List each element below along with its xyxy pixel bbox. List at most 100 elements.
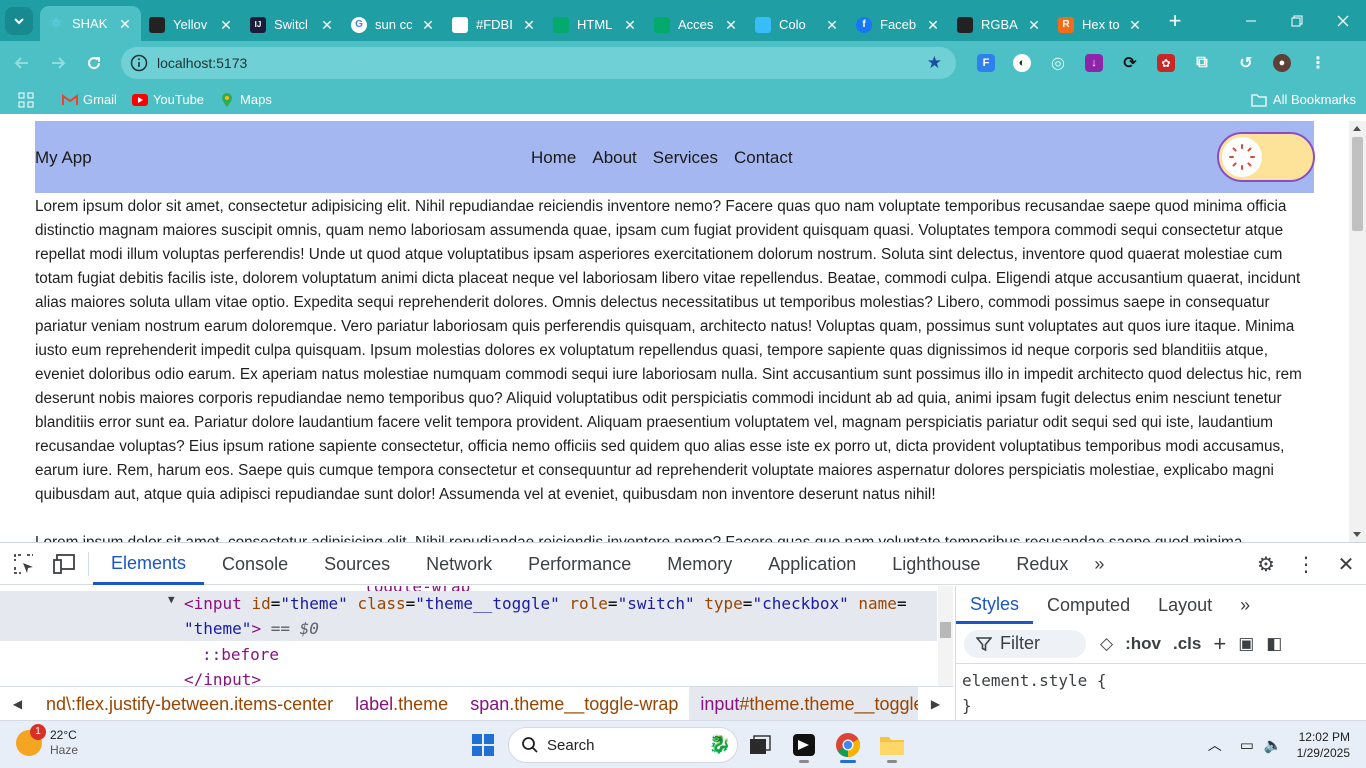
hov-button[interactable]: :hov [1125,634,1161,654]
more-tabs-button[interactable]: » [1086,543,1112,585]
close-tab-icon[interactable]: ✕ [521,17,537,33]
apps-button[interactable] [18,92,34,108]
elements-scrollbar[interactable] [938,586,953,686]
page-scrollbar[interactable] [1349,121,1366,542]
close-tab-icon[interactable]: ✕ [723,17,739,33]
reload-button[interactable] [76,45,112,81]
breadcrumb-item[interactable]: span.theme__toggle-wrap [459,687,689,721]
element-style-rule[interactable]: element.style { } [956,664,1366,722]
close-tab-icon[interactable]: ✕ [319,17,335,33]
theme-toggle[interactable] [1217,132,1315,182]
extension-button[interactable]: ✿ [1148,47,1184,79]
inspect-element-button[interactable] [4,544,44,584]
browser-tab[interactable]: ⚛ SHAK ✕ [40,6,141,41]
tab-sources[interactable]: Sources [306,543,408,585]
bookmark-maps[interactable]: Maps [219,92,272,107]
scrollbar-thumb[interactable] [940,622,951,638]
layers-icon[interactable]: ◇ [1100,634,1113,654]
close-tab-icon[interactable]: ✕ [218,17,234,33]
browser-tab[interactable]: Acces ✕ [646,8,747,41]
tab-network[interactable]: Network [408,543,510,585]
breadcrumb-scroll-left[interactable]: ◀ [0,687,35,721]
settings-button[interactable]: ⚙ [1246,543,1286,585]
tab-search-button[interactable] [5,6,33,35]
dom-node-close[interactable]: </input> [0,667,937,686]
close-tab-icon[interactable]: ✕ [1127,17,1143,33]
history-button[interactable]: ↺ [1228,47,1264,79]
tab-console[interactable]: Console [204,543,306,585]
devtools-menu-button[interactable]: ⋮ [1286,543,1326,585]
close-tab-icon[interactable]: ✕ [420,17,436,33]
breadcrumb-item[interactable]: input#theme.theme__toggle [689,687,918,721]
taskbar-app-explorer[interactable] [870,727,914,763]
tab-elements[interactable]: Elements [93,543,205,585]
device-toolbar-button[interactable] [44,544,84,584]
network-icon[interactable]: ▭ [1240,736,1254,754]
taskbar-app-cursor[interactable] [782,727,826,763]
tab-performance[interactable]: Performance [510,543,649,585]
scroll-up-arrow[interactable] [1353,126,1361,131]
tab-application[interactable]: Application [750,543,874,585]
browser-tab[interactable]: #FDBI ✕ [444,8,545,41]
close-tab-icon[interactable]: ✕ [117,16,133,32]
breadcrumb-scroll-right[interactable]: ▶ [918,687,953,721]
extension-button[interactable]: ◐ [1004,47,1040,79]
nav-link-home[interactable]: Home [531,148,576,168]
taskbar-search[interactable]: Search 🐉 [508,727,738,763]
bookmark-star-icon[interactable]: ★ [927,53,942,73]
bookmark-youtube[interactable]: YouTube [131,92,204,107]
dom-node-selected-cont[interactable]: "theme"> == $0 [0,616,937,641]
extension-button[interactable]: ⟳ [1112,47,1148,79]
weather-widget[interactable]: 1 22°C Haze [16,724,78,758]
close-devtools-button[interactable]: ✕ [1326,543,1366,585]
breadcrumb-item[interactable]: label.theme [344,687,459,721]
start-button[interactable] [468,730,498,760]
browser-tab[interactable]: R Hex to ✕ [1050,8,1151,41]
taskbar-app-chrome[interactable] [826,727,870,763]
clock[interactable]: 12:02 PM 1/29/2025 [1297,729,1350,761]
new-rule-button[interactable]: + [1213,631,1226,657]
browser-tab[interactable]: Gsun cc ✕ [343,8,444,41]
browser-tab[interactable]: Yellov ✕ [141,8,242,41]
site-info-icon[interactable] [129,53,149,73]
expand-triangle-icon[interactable]: ▼ [168,593,175,606]
new-tab-button[interactable]: + [1161,7,1189,35]
forward-button[interactable] [40,45,76,81]
extension-button[interactable]: F [968,47,1004,79]
nav-link-contact[interactable]: Contact [734,148,793,168]
more-styles-tabs-button[interactable]: » [1226,586,1264,624]
tab-styles[interactable]: Styles [956,586,1034,624]
bookmark-gmail[interactable]: Gmail [62,92,117,107]
browser-tab[interactable]: Colo ✕ [747,8,848,41]
toggle-sidebar-icon[interactable]: ◧ [1266,634,1282,654]
scrollbar-thumb[interactable] [1352,137,1363,231]
close-tab-icon[interactable]: ✕ [925,17,941,33]
tab-redux[interactable]: Redux [998,543,1086,585]
browser-tab[interactable]: IJ Switcl ✕ [242,8,343,41]
browser-menu-button[interactable]: ⋮ [1300,47,1336,79]
close-tab-icon[interactable]: ✕ [824,17,840,33]
scroll-down-arrow[interactable] [1353,532,1361,537]
close-tab-icon[interactable]: ✕ [622,17,638,33]
tab-computed[interactable]: Computed [1033,586,1144,624]
close-window-button[interactable] [1320,0,1366,41]
profile-button[interactable]: ● [1264,47,1300,79]
nav-link-services[interactable]: Services [653,148,718,168]
extension-button[interactable]: ◎ [1040,47,1076,79]
tab-layout[interactable]: Layout [1144,586,1226,624]
close-tab-icon[interactable]: ✕ [1026,17,1042,33]
cls-button[interactable]: .cls [1173,634,1201,654]
nav-link-about[interactable]: About [592,148,636,168]
address-text[interactable]: localhost:5173 [157,55,247,71]
dom-node-selected[interactable]: ▼ <input id="theme" class="theme__toggle… [0,591,937,616]
dom-node-pseudo[interactable]: ::before [0,642,937,667]
tab-lighthouse[interactable]: Lighthouse [874,543,998,585]
styles-filter-input[interactable]: Filter [964,629,1086,658]
browser-tab[interactable]: HTML ✕ [545,8,646,41]
tab-memory[interactable]: Memory [649,543,750,585]
volume-icon[interactable]: 🔈 [1264,736,1283,754]
taskbar-app-taskview[interactable] [738,727,782,763]
minimize-button[interactable] [1228,0,1274,41]
paint-icon[interactable]: ▣ [1238,634,1254,654]
breadcrumb-item[interactable]: nd\:flex.justify-between.items-center [35,687,344,721]
